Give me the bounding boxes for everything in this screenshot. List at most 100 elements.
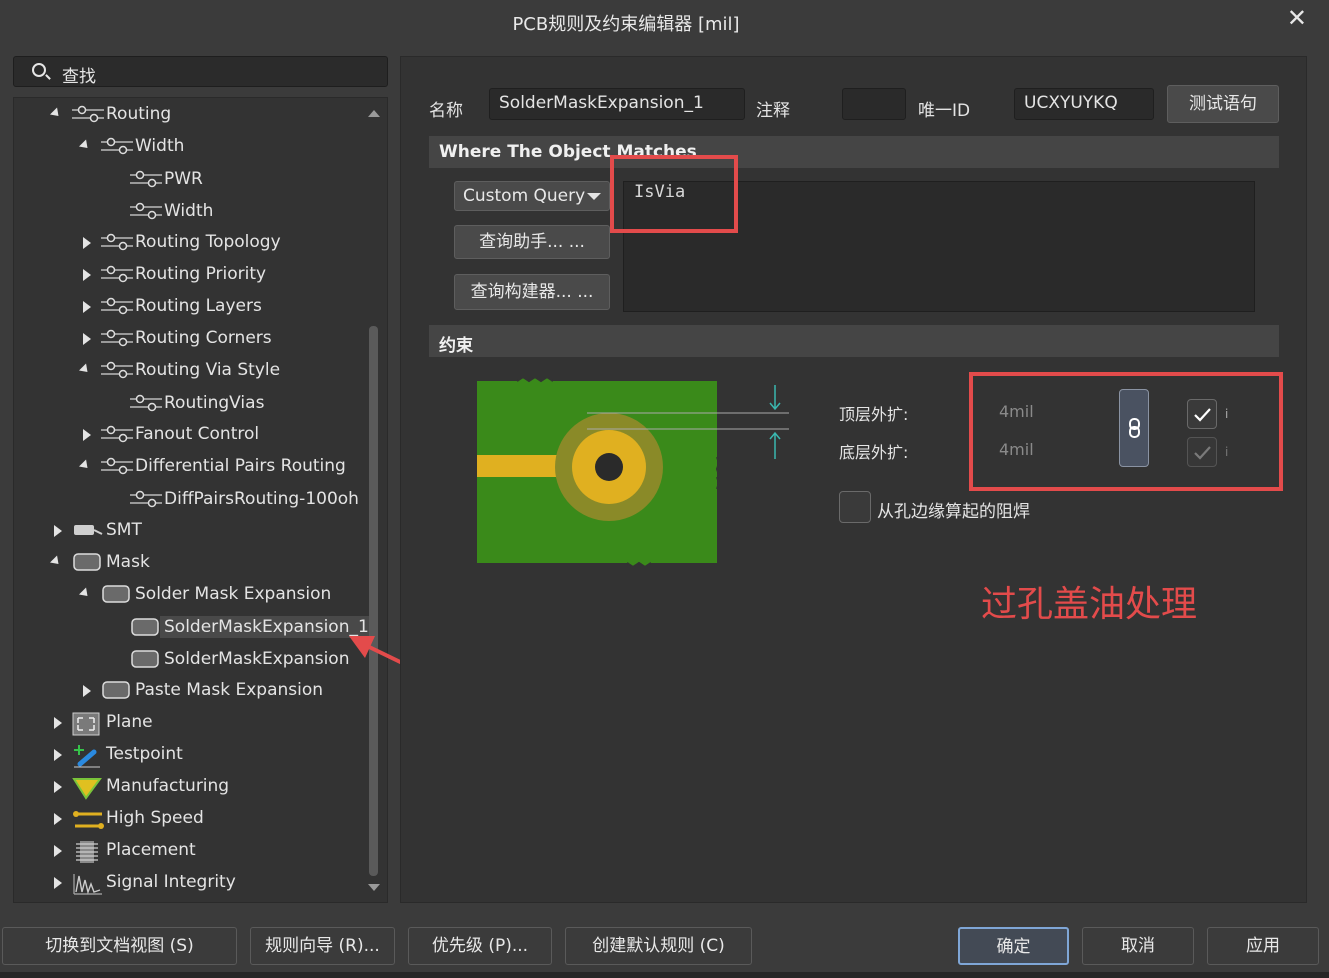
expand-closed-icon[interactable]: [83, 269, 91, 281]
cancel-button[interactable]: 取消: [1082, 927, 1194, 965]
plane-icon: [72, 712, 104, 736]
tree-item-label: Solder Mask Expansion: [135, 584, 332, 604]
tree-item-placement[interactable]: Placement: [52, 835, 196, 865]
tree-item-label: Routing Priority: [135, 264, 267, 284]
scroll-down-icon[interactable]: [368, 884, 380, 891]
tree-item-routing-priority[interactable]: Routing Priority: [81, 259, 266, 289]
tree-item-width[interactable]: Width: [78, 131, 185, 161]
tree-item-pwr[interactable]: PWR: [130, 164, 203, 194]
expand-closed-icon[interactable]: [83, 301, 91, 313]
from-hole-edge-checkbox[interactable]: [839, 491, 871, 523]
tree-item-solder-mask-expansion[interactable]: Solder Mask Expansion: [78, 579, 332, 609]
tree-item-label: Routing: [106, 104, 172, 124]
tree-item-routing-layers[interactable]: Routing Layers: [81, 291, 262, 321]
window-title: PCB规则及约束编辑器 [mil]: [512, 14, 740, 35]
expand-open-icon[interactable]: [78, 139, 92, 152]
tree-item-label: Plane: [106, 712, 153, 732]
tree-item-soldermaskexpansion-1[interactable]: SolderMaskExpansion_1: [130, 612, 373, 642]
tree-item-routing-topology[interactable]: Routing Topology: [81, 227, 281, 257]
uid-field[interactable]: UCXYUYKQ: [1014, 88, 1154, 120]
tree-item-routing-corners[interactable]: Routing Corners: [81, 323, 272, 353]
tree-item-diff-pairs[interactable]: Differential Pairs Routing: [78, 451, 346, 481]
expand-open-icon[interactable]: [78, 363, 92, 376]
tree-item-smt[interactable]: SMT: [52, 515, 142, 545]
expand-closed-icon[interactable]: [54, 845, 62, 857]
high-speed-icon: [72, 808, 104, 829]
tree-item-high-speed[interactable]: High Speed: [52, 803, 204, 833]
rule-editor-panel: 名称 SolderMaskExpansion_1 注释 唯一ID UCXYUYK…: [400, 56, 1307, 903]
tree-item-label: Width: [135, 136, 185, 156]
expand-closed-icon[interactable]: [54, 717, 62, 729]
expand-open-icon[interactable]: [78, 459, 92, 472]
tree-item-fanout-control[interactable]: Fanout Control: [81, 419, 259, 449]
expand-open-icon[interactable]: [49, 107, 63, 120]
switch-to-document-view-button[interactable]: 切换到文档视图 (S): [2, 927, 237, 965]
tree-item-label: High Speed: [106, 808, 204, 828]
routing-rule-icon: [130, 169, 162, 189]
routing-rule-icon: [101, 456, 133, 476]
tree-item-diffpairs-100oh[interactable]: DiffPairsRouting-100oh: [130, 484, 359, 514]
expand-open-icon[interactable]: [49, 555, 63, 568]
tree-item-label: Routing Layers: [135, 296, 262, 316]
tree-item-paste-mask-expansion[interactable]: Paste Mask Expansion: [81, 675, 323, 705]
name-field[interactable]: SolderMaskExpansion_1: [489, 88, 745, 120]
tree-item-routingvias[interactable]: RoutingVias: [130, 388, 264, 418]
expand-closed-icon[interactable]: [83, 429, 91, 441]
routing-rule-icon: [101, 264, 133, 284]
scrollbar-thumb[interactable]: [369, 326, 378, 876]
search-placeholder: 查找: [62, 67, 96, 87]
highlight-box-query: [610, 155, 738, 233]
highlight-box-constraints: [969, 372, 1283, 491]
tree-item-label: Width: [164, 201, 214, 221]
expand-closed-icon[interactable]: [54, 813, 62, 825]
rule-tree[interactable]: Routing Width PWR Width Routing Topology…: [13, 97, 388, 903]
tree-item-label: Paste Mask Expansion: [135, 680, 324, 700]
expand-closed-icon[interactable]: [83, 333, 91, 345]
comment-field[interactable]: [842, 88, 906, 120]
search-input[interactable]: 查找: [13, 56, 388, 87]
tree-item-soldermaskexpansion[interactable]: SolderMaskExpansion: [130, 644, 349, 674]
tree-item-label: Routing Via Style: [135, 360, 281, 380]
constraints-section-header: 约束: [429, 325, 1279, 357]
tree-item-width-rule[interactable]: Width: [130, 196, 213, 226]
expand-closed-icon[interactable]: [54, 525, 62, 537]
routing-rule-icon: [101, 136, 133, 156]
ok-button[interactable]: 确定: [958, 927, 1069, 965]
tree-item-routing-via-style[interactable]: Routing Via Style: [78, 355, 281, 385]
routing-rule-icon: [101, 232, 133, 252]
chevron-down-icon: [587, 193, 601, 200]
apply-button[interactable]: 应用: [1207, 927, 1319, 965]
mask-icon: [101, 680, 133, 700]
manufacturing-icon: [72, 776, 104, 800]
tree-item-manufacturing[interactable]: Manufacturing: [52, 771, 229, 801]
test-query-button[interactable]: 测试语句: [1167, 85, 1279, 123]
search-icon: [32, 63, 46, 77]
query-type-dropdown[interactable]: Custom Query: [454, 181, 610, 211]
expand-open-icon[interactable]: [78, 587, 92, 600]
expand-closed-icon[interactable]: [54, 877, 62, 889]
tree-item-testpoint[interactable]: Testpoint: [52, 739, 183, 769]
query-builder-button[interactable]: 查询构建器... ...: [454, 274, 610, 310]
mask-icon: [130, 617, 162, 637]
rule-wizard-button[interactable]: 规则向导 (R)...: [250, 927, 395, 965]
tree-item-routing[interactable]: Routing: [49, 99, 172, 129]
tree-item-mask[interactable]: Mask: [49, 547, 150, 577]
bottom-expansion-label: 底层外扩:: [839, 443, 909, 462]
smt-icon: [72, 520, 104, 540]
tree-item-signal-integrity[interactable]: Signal Integrity: [52, 867, 236, 897]
expand-closed-icon[interactable]: [83, 237, 91, 249]
placement-icon: [72, 840, 104, 863]
uid-label: 唯一ID: [918, 101, 971, 121]
scroll-up-icon[interactable]: [368, 110, 380, 117]
top-expansion-label: 顶层外扩:: [839, 405, 909, 424]
expand-closed-icon[interactable]: [83, 685, 91, 697]
expand-closed-icon[interactable]: [54, 781, 62, 793]
tree-item-label: SolderMaskExpansion_1: [160, 616, 373, 638]
signal-integrity-icon: [72, 872, 104, 895]
create-default-rules-button[interactable]: 创建默认规则 (C): [565, 927, 752, 965]
priority-button[interactable]: 优先级 (P)...: [408, 927, 552, 965]
tree-item-plane[interactable]: Plane: [52, 707, 153, 737]
query-helper-button[interactable]: 查询助手... ...: [454, 225, 610, 259]
expand-closed-icon[interactable]: [54, 749, 62, 761]
close-icon[interactable]: ✕: [1287, 4, 1307, 32]
